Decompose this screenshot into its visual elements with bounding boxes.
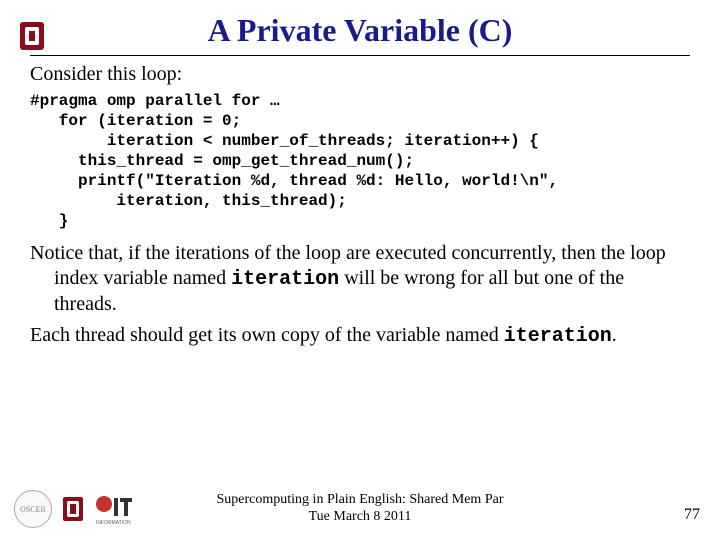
footer-line-2: Tue March 8 2011 xyxy=(217,509,504,526)
slide-title: A Private Variable (C) xyxy=(30,12,690,49)
divider xyxy=(30,55,690,56)
ou-small-logo-icon xyxy=(58,494,88,524)
ou-logo-icon xyxy=(14,18,50,54)
slide: A Private Variable (C) Consider this loo… xyxy=(0,0,720,540)
footer: OSCER INFORMATION Supercomputing xyxy=(0,480,720,532)
it-logo-icon: INFORMATION xyxy=(94,490,154,528)
code-block: #pragma omp parallel for … for (iteratio… xyxy=(30,91,690,231)
svg-text:INFORMATION: INFORMATION xyxy=(96,520,131,526)
footer-caption: Supercomputing in Plain English: Shared … xyxy=(217,492,504,526)
footer-line-1: Supercomputing in Plain English: Shared … xyxy=(217,492,504,509)
paragraph-2: Each thread should get its own copy of t… xyxy=(30,323,690,349)
footer-logos: OSCER INFORMATION xyxy=(14,490,154,528)
para1-code: iteration xyxy=(231,268,339,291)
page-number: 77 xyxy=(684,506,700,524)
intro-text: Consider this loop: xyxy=(30,62,690,87)
para2-pre: Each thread should get its own copy of t… xyxy=(30,324,504,346)
oscer-logo-icon: OSCER xyxy=(14,490,52,528)
paragraph-1: Notice that, if the iterations of the lo… xyxy=(30,241,690,317)
para2-code: iteration xyxy=(504,325,612,348)
para2-post: . xyxy=(612,324,617,346)
